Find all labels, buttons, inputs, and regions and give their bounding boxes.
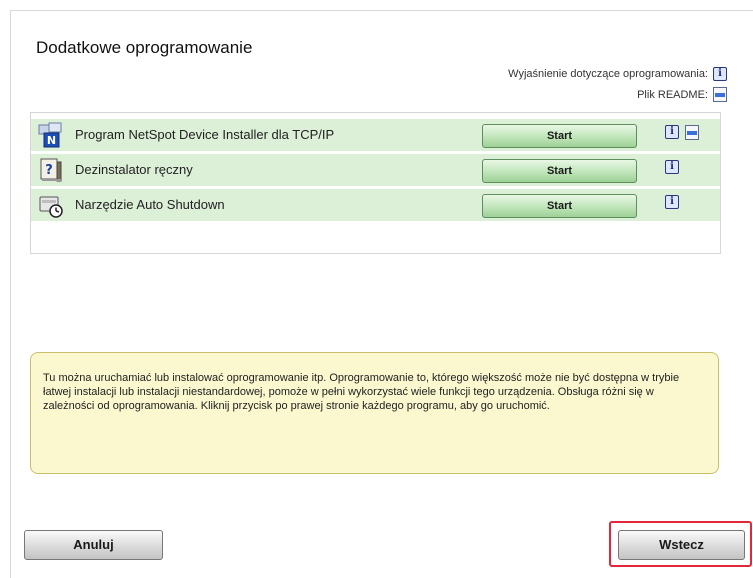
- program-name: Narzędzie Auto Shutdown: [75, 197, 225, 212]
- start-button[interactable]: Start: [482, 194, 637, 218]
- program-name: Program NetSpot Device Installer dla TCP…: [75, 127, 335, 142]
- info-icon[interactable]: i: [665, 160, 679, 174]
- start-button[interactable]: Start: [482, 124, 637, 148]
- legend-info: Wyjaśnienie dotyczące oprogramowania: i: [508, 67, 727, 81]
- legend-info-label: Wyjaśnienie dotyczące oprogramowania:: [508, 68, 708, 80]
- description-box: Tu można uruchamiać lub instalować oprog…: [30, 352, 719, 474]
- start-button[interactable]: Start: [482, 159, 637, 183]
- legend-readme: Plik README:: [637, 87, 727, 102]
- netspot-installer-icon: N: [38, 122, 62, 148]
- page-title: Dodatkowe oprogramowanie: [36, 38, 253, 57]
- cancel-button[interactable]: Anuluj: [24, 530, 163, 560]
- program-row: N Program NetSpot Device Installer dla T…: [31, 119, 720, 152]
- program-row: ? Dezinstalator ręczny Start i: [31, 154, 720, 187]
- uninstaller-icon: ?: [40, 158, 62, 182]
- info-icon: i: [713, 67, 727, 81]
- svg-text:N: N: [47, 134, 56, 147]
- program-list: N Program NetSpot Device Installer dla T…: [30, 112, 721, 254]
- readme-icon: [713, 87, 727, 102]
- info-icon[interactable]: i: [665, 195, 679, 209]
- program-name: Dezinstalator ręczny: [75, 162, 193, 177]
- legend-readme-label: Plik README:: [637, 88, 708, 101]
- svg-text:?: ?: [45, 163, 53, 178]
- info-icon[interactable]: i: [665, 125, 679, 139]
- readme-icon[interactable]: [685, 125, 699, 140]
- program-row: Narzędzie Auto Shutdown Start i: [31, 189, 720, 222]
- auto-shutdown-icon: [39, 196, 63, 218]
- back-button[interactable]: Wstecz: [618, 530, 745, 560]
